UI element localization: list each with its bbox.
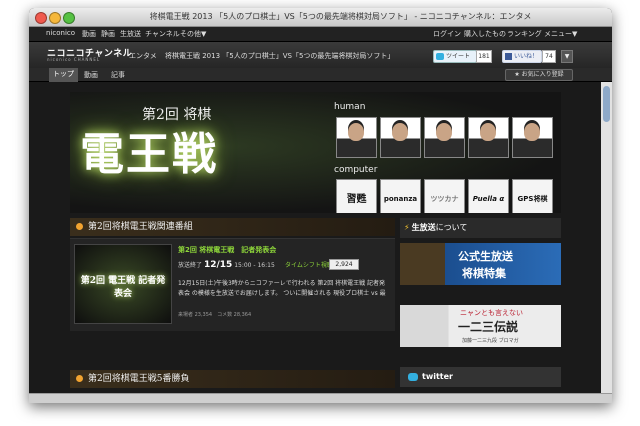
thumbnail-text: 第2回 電王戦 記者発表会 bbox=[80, 276, 166, 299]
viewer-count: 2,924 bbox=[329, 259, 359, 270]
program-title[interactable]: 第2回 将棋電王戦 記者発表会 bbox=[178, 245, 276, 255]
player-photo bbox=[336, 117, 377, 158]
hifumi-blog-banner[interactable]: ニャンとも言えない 一二三伝説 加藤一二三九段 ブロマガ bbox=[400, 305, 561, 347]
player-photo bbox=[424, 117, 465, 158]
program-thumbnail[interactable]: 第2回 電王戦 記者発表会 bbox=[74, 244, 172, 324]
nav-seiga[interactable]: 静画 bbox=[101, 29, 115, 39]
hero-main-title: 電王戦 bbox=[80, 129, 218, 180]
banner2-line1: ニャンとも言えない bbox=[460, 309, 523, 317]
program-logo: Puella α bbox=[468, 179, 509, 213]
banner2-line2: 一二三伝説 bbox=[458, 320, 519, 334]
program-stats: 来場者 23,354 コメ数 28,364 bbox=[178, 312, 252, 318]
scrollbar-thumb[interactable] bbox=[603, 86, 610, 122]
facebook-icon bbox=[505, 53, 512, 60]
section-header-related: 第2回将棋電王戦関連番組 bbox=[70, 218, 395, 236]
minimize-window-button[interactable] bbox=[49, 12, 61, 24]
channel-tabs: トップ 動画 記事 ★ お気に入り登録 bbox=[29, 68, 612, 82]
tab-videos[interactable]: 動画 bbox=[84, 70, 98, 80]
hero-banner[interactable]: 第2回 将棋 電王戦 human computer 習甦 ponanza ツツカ… bbox=[70, 92, 561, 213]
like-label: いいね！ bbox=[514, 53, 539, 60]
nav-purchased[interactable]: 購入したもの bbox=[464, 29, 506, 39]
program-description: 12月15日(土)午後3時からニコファーレで行われる 第2回 将棋電王戦 記者発… bbox=[178, 280, 386, 297]
nav-ranking[interactable]: ランキング bbox=[507, 29, 542, 39]
main-content: 第2回 将棋 電王戦 human computer 習甦 ponanza ツツカ… bbox=[29, 82, 601, 403]
favorite-button[interactable]: ★ お気に入り登録 bbox=[505, 69, 573, 81]
timeshift-link[interactable]: タイムシフト視聴 bbox=[285, 260, 333, 269]
window-title: 将棋電王戦 2013 「5人のプロ棋士」VS「5つの最先端将棋対局ソフト」 - … bbox=[149, 12, 532, 21]
breadcrumb-category[interactable]: エンタメ bbox=[129, 51, 157, 61]
nav-other[interactable]: その他▼ bbox=[180, 29, 206, 39]
niconico-global-nav: niconico 動画 静画 生放送 チャンネル その他▼ ログイン 購入したも… bbox=[29, 27, 612, 42]
nav-live[interactable]: 生放送 bbox=[120, 29, 141, 39]
player-photo bbox=[380, 117, 421, 158]
banner-line2: 将棋特集 bbox=[462, 267, 506, 280]
nav-channel[interactable]: チャンネル bbox=[145, 29, 180, 39]
channel-header: ニコニコチャンネル niconico CHANNEL エンタメ 将棋電王戦 20… bbox=[29, 42, 612, 68]
program-schedule: 放送終了 12/15 15:00 - 16:15 bbox=[178, 260, 275, 270]
tweet-label: ツイート bbox=[446, 53, 471, 60]
player-photo bbox=[468, 117, 509, 158]
player-photo bbox=[512, 117, 553, 158]
tab-top[interactable]: トップ bbox=[49, 68, 78, 82]
nav-douga[interactable]: 動画 bbox=[82, 29, 96, 39]
close-window-button[interactable] bbox=[35, 12, 47, 24]
live-section-header: ⚡ 生放送について bbox=[400, 218, 561, 238]
section-header-matches: 第2回将棋電王戦5番勝負 bbox=[70, 370, 395, 388]
live-title: 生放送 bbox=[411, 223, 436, 232]
like-count: 74 bbox=[542, 50, 556, 63]
program-card[interactable]: 第2回 電王戦 記者発表会 第2回 将棋電王戦 記者発表会 放送終了 12/15… bbox=[70, 238, 395, 331]
twitter-bird-icon bbox=[408, 372, 418, 381]
computer-label: computer bbox=[334, 165, 378, 175]
program-logo: 習甦 bbox=[336, 179, 377, 213]
program-date: 12/15 bbox=[203, 260, 233, 270]
tab-articles[interactable]: 記事 bbox=[111, 70, 125, 80]
program-time: 15:00 - 16:15 bbox=[234, 262, 275, 269]
facebook-like-button[interactable]: いいね！ bbox=[502, 50, 542, 63]
zoom-window-button[interactable] bbox=[63, 12, 75, 24]
breadcrumb-channel-title[interactable]: 将棋電王戦 2013 「5人のプロ棋士」VS「5つの最先端将棋対局ソフト」 bbox=[165, 51, 394, 61]
live-suffix: について bbox=[435, 223, 468, 232]
channel-logo-sub: niconico CHANNEL bbox=[47, 57, 101, 62]
nav-niconico[interactable]: niconico bbox=[46, 29, 75, 37]
twitter-widget-header[interactable]: twitter bbox=[400, 367, 561, 387]
title-bar[interactable]: 将棋電王戦 2013 「5人のプロ棋士」VS「5つの最先端将棋対局ソフト」 - … bbox=[29, 8, 612, 27]
program-status: 放送終了 bbox=[178, 262, 203, 269]
twitter-label: twitter bbox=[422, 372, 453, 381]
share-dropdown-button[interactable]: ▼ bbox=[561, 50, 573, 63]
program-logo: ツツカナ bbox=[424, 179, 465, 213]
browser-window: 将棋電王戦 2013 「5人のプロ棋士」VS「5つの最先端将棋対局ソフト」 - … bbox=[29, 8, 612, 403]
tweet-count: 181 bbox=[476, 50, 492, 63]
twitter-bird-icon bbox=[436, 53, 444, 60]
program-logo: ponanza bbox=[380, 179, 421, 213]
official-live-banner[interactable]: 公式生放送 将棋特集 bbox=[400, 243, 561, 285]
nav-menu[interactable]: メニュー▼ bbox=[544, 29, 577, 39]
human-label: human bbox=[334, 102, 366, 112]
lightning-icon: ⚡ bbox=[404, 223, 410, 232]
nav-login[interactable]: ログイン bbox=[433, 29, 461, 39]
banner-line1: 公式生放送 bbox=[458, 250, 513, 263]
vertical-scrollbar[interactable] bbox=[601, 82, 612, 403]
window-status-bar bbox=[29, 393, 612, 403]
tweet-button[interactable]: ツイート bbox=[433, 50, 477, 63]
program-logo: GPS将棋 bbox=[512, 179, 553, 213]
banner2-caption: 加藤一二三九段 ブロマガ bbox=[462, 338, 519, 344]
